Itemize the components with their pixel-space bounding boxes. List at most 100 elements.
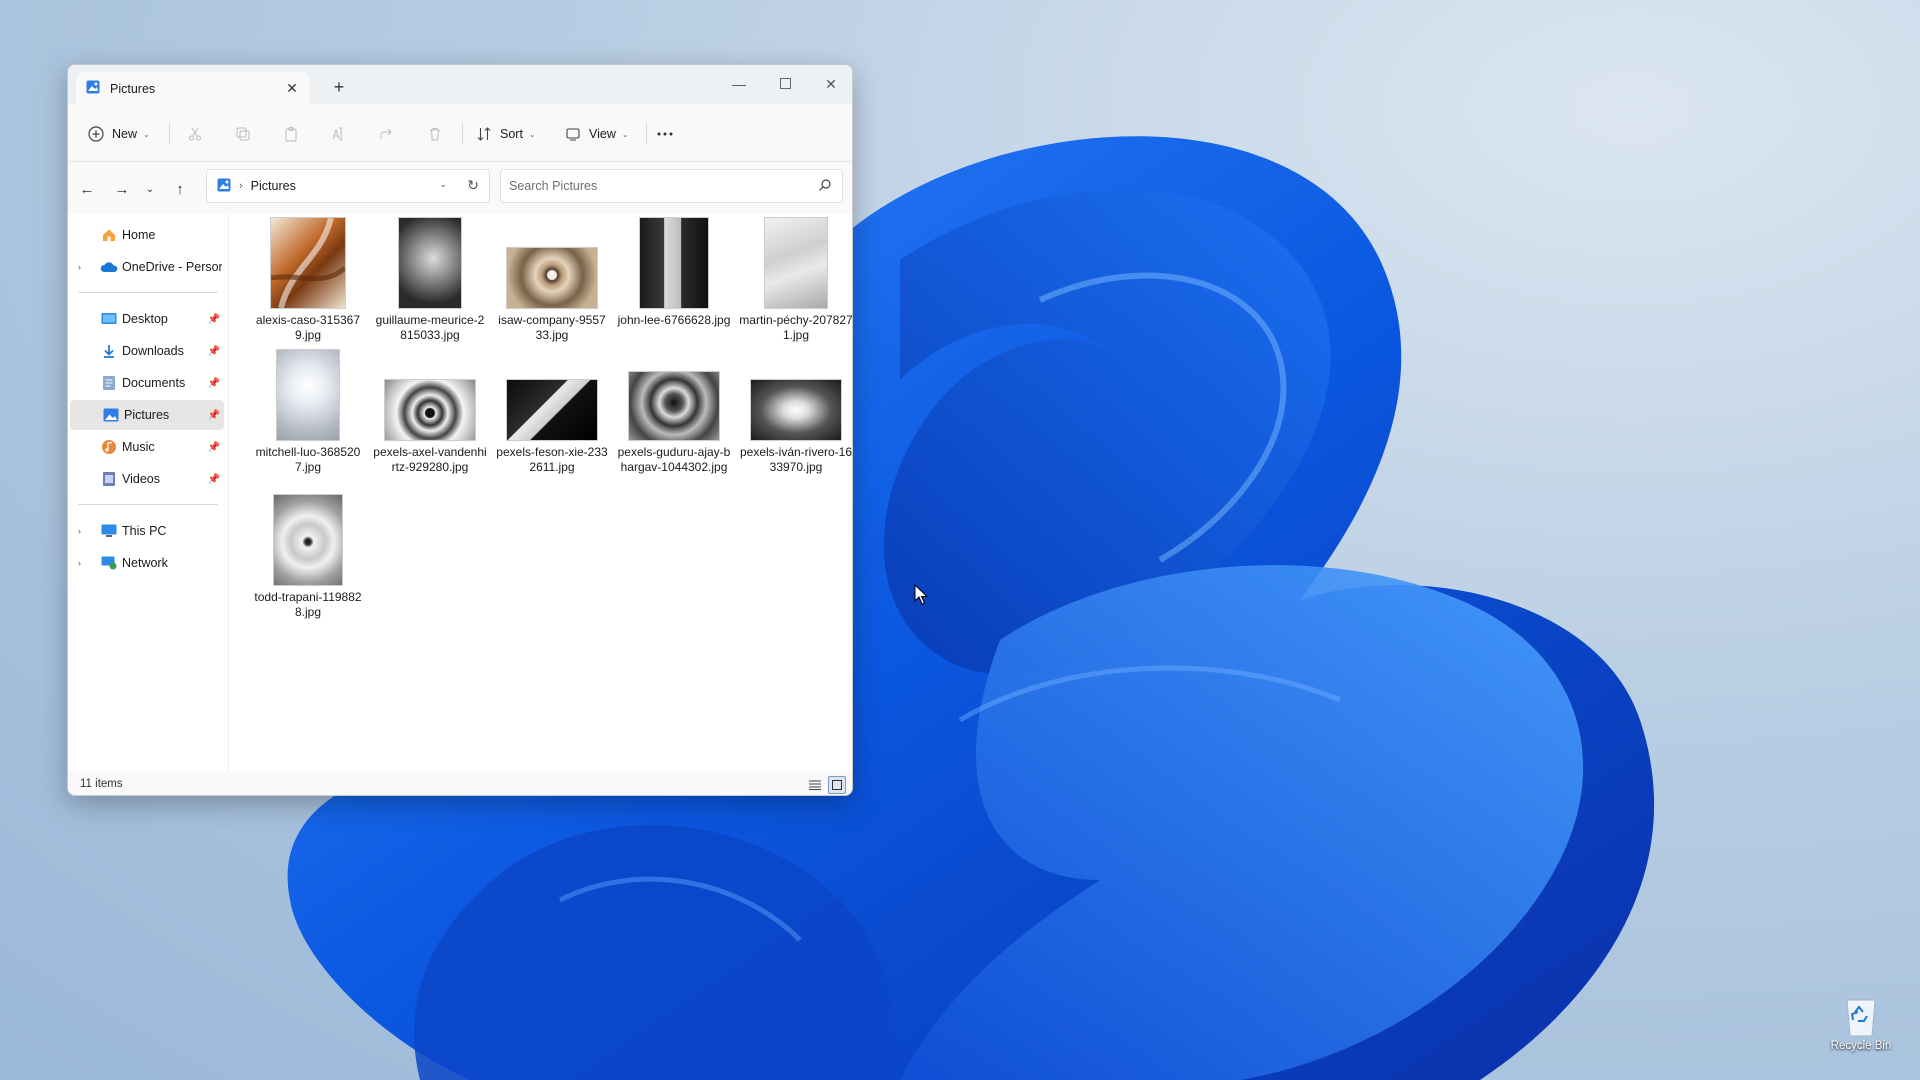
sidebar-item-desktop[interactable]: Desktop 📌 — [68, 304, 224, 334]
search-input[interactable] — [509, 179, 799, 193]
file-view: alexis-caso-3153679.jpg guillaume-meuric… — [228, 214, 853, 772]
sidebar-item-this-pc[interactable]: › This PC — [68, 516, 224, 546]
videos-icon — [100, 470, 118, 488]
file-item[interactable]: todd-trapani-1198828.jpg — [249, 495, 367, 625]
file-item[interactable]: pexels-axel-vandenhirtz-929280.jpg — [371, 350, 489, 480]
details-view-icon[interactable] — [806, 776, 824, 794]
file-item[interactable]: martin-péchy-2078271.jpg — [737, 218, 852, 342]
view-icon — [566, 128, 580, 141]
file-item[interactable]: john-lee-6766628.jpg — [615, 218, 733, 338]
pictures-icon — [102, 406, 120, 424]
navigation-pane: Home › OneDrive - Persona Desktop 📌 Down… — [68, 214, 228, 772]
file-item[interactable]: mitchell-luo-3685207.jpg — [249, 350, 367, 480]
file-item[interactable]: isaw-company-955733.jpg — [493, 218, 611, 342]
title-bar: Pictures ✕ + — ✕ — [68, 65, 852, 105]
search-box[interactable] — [500, 169, 843, 203]
pin-icon[interactable]: 📌 — [208, 442, 220, 453]
chevron-down-icon: ⌄ — [143, 129, 150, 139]
image-thumbnail — [507, 248, 597, 308]
image-thumbnail — [277, 350, 339, 440]
file-item[interactable]: pexels-feson-xie-2332611.jpg — [493, 350, 611, 480]
forward-arrow-icon[interactable]: → — [111, 178, 133, 200]
close-button[interactable]: ✕ — [809, 71, 852, 97]
search-icon[interactable] — [818, 178, 832, 195]
file-explorer-window: Pictures ✕ + — ✕ New ⌄ Sort ⌄ View ⌄ ← →… — [67, 64, 853, 796]
tab-close-icon[interactable]: ✕ — [284, 80, 300, 96]
new-button[interactable]: New ⌄ — [88, 121, 150, 147]
tab-pictures[interactable]: Pictures ✕ — [76, 72, 310, 105]
breadcrumb-pictures[interactable]: Pictures — [251, 179, 296, 193]
minimize-button[interactable]: — — [717, 71, 761, 97]
view-button-label: View — [589, 127, 616, 141]
recent-locations-chevron-icon[interactable]: ⌄ — [139, 178, 161, 200]
sidebar-item-label: OneDrive - Persona — [122, 260, 222, 274]
address-bar[interactable]: › Pictures ⌄ ↻ — [206, 169, 490, 203]
address-dropdown-icon[interactable]: ⌄ — [439, 179, 447, 190]
chevron-right-icon[interactable]: › — [78, 526, 81, 536]
file-name: isaw-company-955733.jpg — [498, 313, 606, 342]
this-pc-icon — [100, 522, 118, 540]
home-icon — [100, 226, 118, 244]
up-arrow-icon[interactable]: ↑ — [169, 178, 191, 200]
image-thumbnail — [765, 218, 827, 308]
file-item[interactable]: pexels-iván-rivero-1633970.jpg — [737, 350, 853, 480]
cut-icon[interactable] — [184, 123, 206, 145]
image-thumbnail — [385, 380, 475, 440]
sidebar-divider — [78, 292, 218, 293]
copy-icon[interactable] — [232, 123, 254, 145]
pin-icon[interactable]: 📌 — [208, 378, 220, 389]
sidebar-item-music[interactable]: Music 📌 — [68, 432, 224, 462]
file-name: pexels-axel-vandenhirtz-929280.jpg — [373, 445, 487, 474]
sort-button[interactable]: Sort ⌄ — [476, 121, 536, 147]
file-name: alexis-caso-3153679.jpg — [255, 313, 361, 342]
command-bar: New ⌄ Sort ⌄ View ⌄ — [68, 104, 852, 162]
rename-icon[interactable] — [328, 123, 350, 145]
breadcrumb-chevron-icon[interactable]: › — [239, 180, 243, 192]
new-tab-button[interactable]: + — [327, 75, 351, 99]
plus-circle-icon — [88, 126, 104, 142]
sidebar-item-downloads[interactable]: Downloads 📌 — [68, 336, 224, 366]
delete-icon[interactable] — [424, 123, 446, 145]
sidebar-item-videos[interactable]: Videos 📌 — [68, 464, 224, 494]
pin-icon[interactable]: 📌 — [208, 314, 220, 325]
file-item[interactable]: guillaume-meurice-2815033.jpg — [371, 218, 489, 342]
back-arrow-icon[interactable]: ← — [76, 178, 98, 200]
pin-icon[interactable]: 📌 — [208, 474, 220, 485]
paste-icon[interactable] — [280, 123, 302, 145]
pictures-icon — [217, 178, 231, 195]
pin-icon[interactable]: 📌 — [208, 346, 220, 357]
onedrive-icon — [100, 258, 118, 276]
sidebar-item-pictures[interactable]: Pictures 📌 — [70, 400, 224, 430]
documents-icon — [100, 374, 118, 392]
new-button-label: New — [112, 127, 138, 141]
sort-icon — [477, 127, 491, 141]
sidebar-item-documents[interactable]: Documents 📌 — [68, 368, 224, 398]
more-options-icon[interactable] — [654, 123, 676, 145]
file-item[interactable]: pexels-guduru-ajay-bhargav-1044302.jpg — [615, 350, 733, 480]
file-name: pexels-iván-rivero-1633970.jpg — [739, 445, 853, 474]
image-thumbnail — [640, 218, 708, 308]
sort-button-label: Sort — [500, 127, 523, 141]
view-button[interactable]: View ⌄ — [565, 121, 629, 147]
file-name: pexels-guduru-ajay-bhargav-1044302.jpg — [617, 445, 731, 474]
sidebar-divider — [78, 504, 218, 505]
pin-icon[interactable]: 📌 — [208, 410, 220, 421]
file-name: john-lee-6766628.jpg — [617, 313, 731, 327]
chevron-right-icon[interactable]: › — [78, 558, 81, 568]
desktop-icon-recycle-bin[interactable]: Recycle Bin — [1824, 986, 1898, 1056]
refresh-icon[interactable]: ↻ — [467, 177, 479, 194]
recycle-bin-icon — [1846, 999, 1876, 1037]
sidebar-item-home[interactable]: Home — [68, 220, 224, 250]
large-icons-view-icon[interactable] — [828, 776, 846, 794]
sidebar-item-onedrive[interactable]: › OneDrive - Persona — [68, 252, 224, 282]
maximize-button[interactable] — [763, 71, 807, 97]
share-icon[interactable] — [376, 123, 398, 145]
image-thumbnail — [629, 372, 719, 440]
file-item[interactable]: alexis-caso-3153679.jpg — [249, 218, 367, 342]
music-icon — [100, 438, 118, 456]
sidebar-item-label: Network — [122, 556, 168, 570]
chevron-right-icon[interactable]: › — [78, 262, 81, 272]
mouse-cursor-icon — [914, 584, 928, 605]
sidebar-item-network[interactable]: › Network — [68, 548, 224, 578]
recycle-bin-label: Recycle Bin — [1830, 1040, 1892, 1052]
